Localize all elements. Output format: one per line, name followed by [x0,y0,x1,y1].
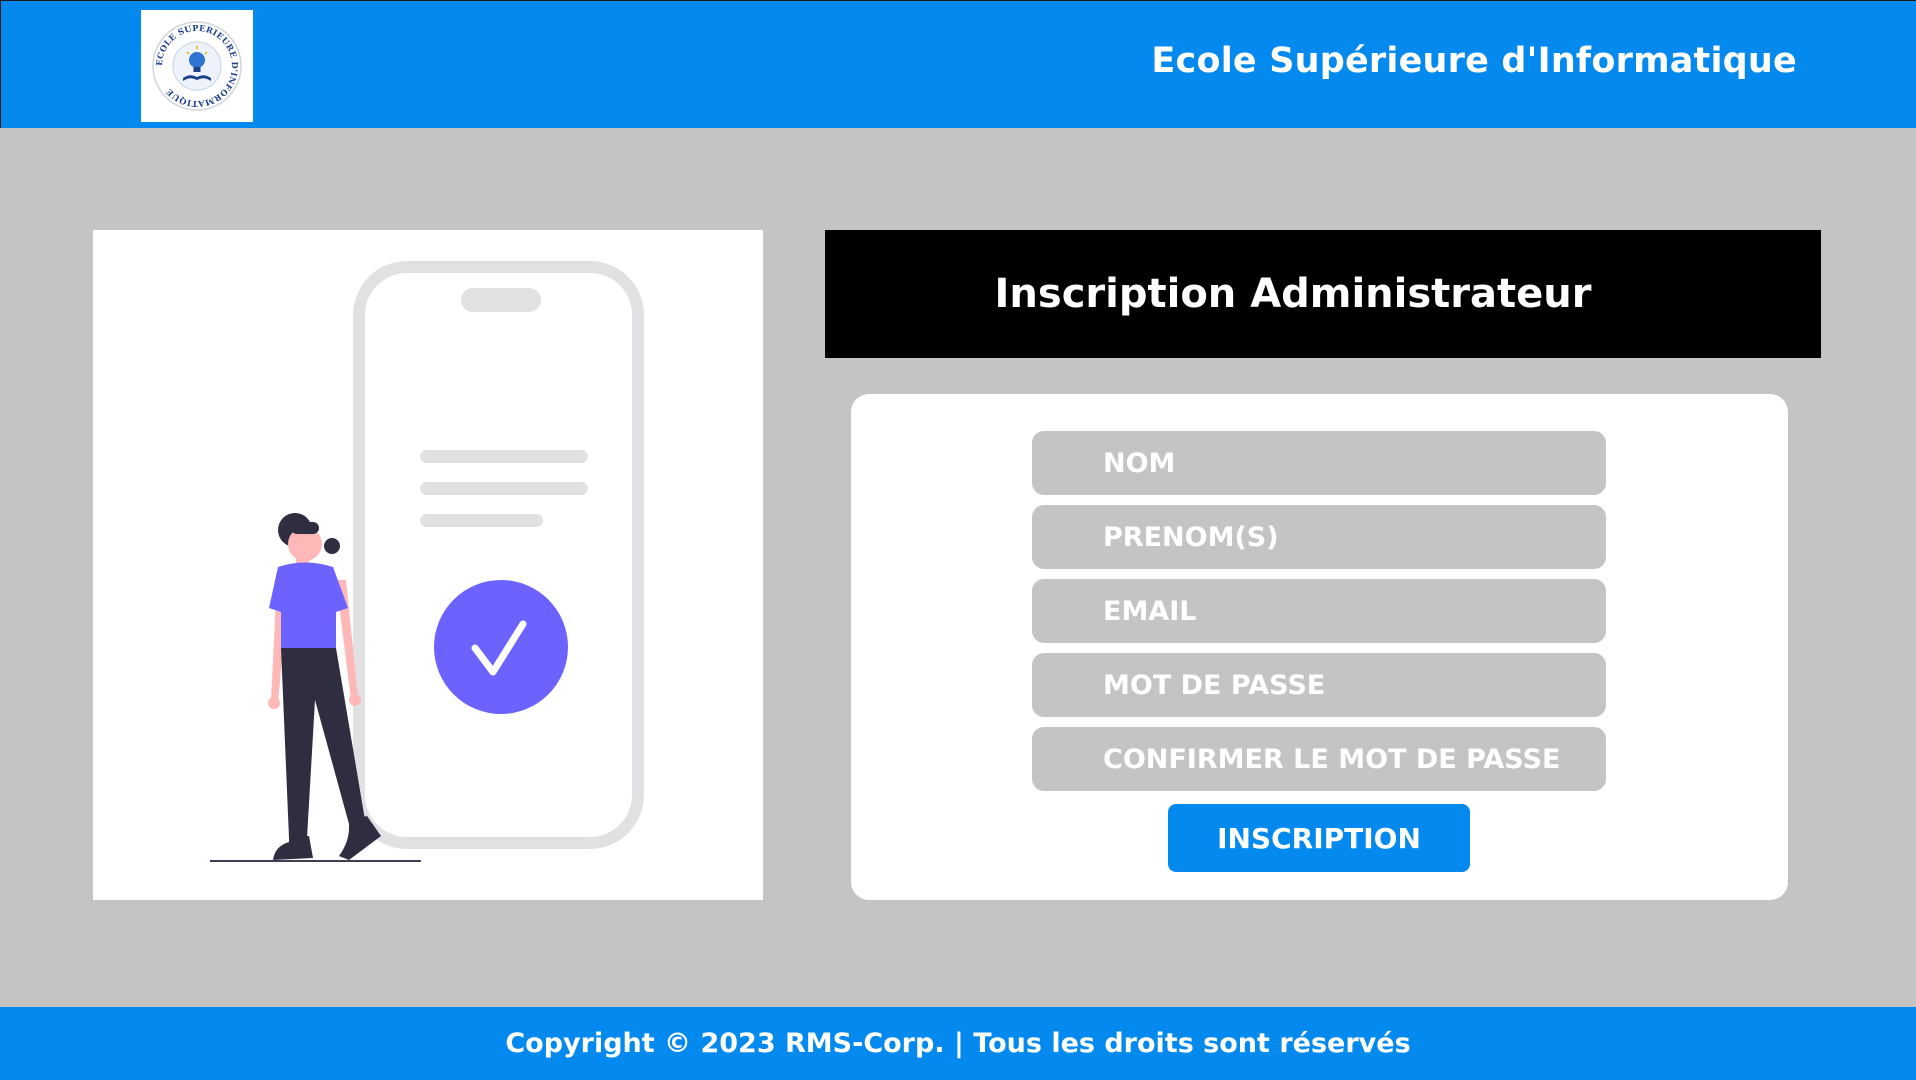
checkmark-icon [434,580,568,714]
email-input[interactable] [1032,579,1606,643]
text-line [420,450,588,463]
phone-notch [461,288,541,312]
registration-form: INSCRIPTION [851,394,1788,900]
school-logo-emblem: ECOLE SUPERIEURE D'INFORMATIQUE [152,21,242,111]
footer-bar: Copyright © 2023 RMS-Corp. | Tous les dr… [0,1007,1916,1080]
phone-frame [353,261,644,849]
prenom-input[interactable] [1032,505,1606,569]
form-title: Inscription Administrateur [994,271,1592,317]
text-line [420,514,543,527]
header-bar: ECOLE SUPERIEURE D'INFORMATIQUE Ecole Su… [0,0,1916,128]
password-input[interactable] [1032,653,1606,717]
inscription-button[interactable]: INSCRIPTION [1168,804,1470,872]
phone-person-illustration [210,261,644,862]
school-name-title: Ecole Supérieure d'Informatique [1151,41,1797,81]
form-title-bar: Inscription Administrateur [825,230,1821,358]
confirm-password-input[interactable] [1032,727,1606,791]
school-logo[interactable]: ECOLE SUPERIEURE D'INFORMATIQUE [141,10,253,122]
registration-illustration [93,230,763,900]
text-line [420,482,588,495]
nom-input[interactable] [1032,431,1606,495]
copyright-text: Copyright © 2023 RMS-Corp. | Tous les dr… [505,1028,1411,1059]
